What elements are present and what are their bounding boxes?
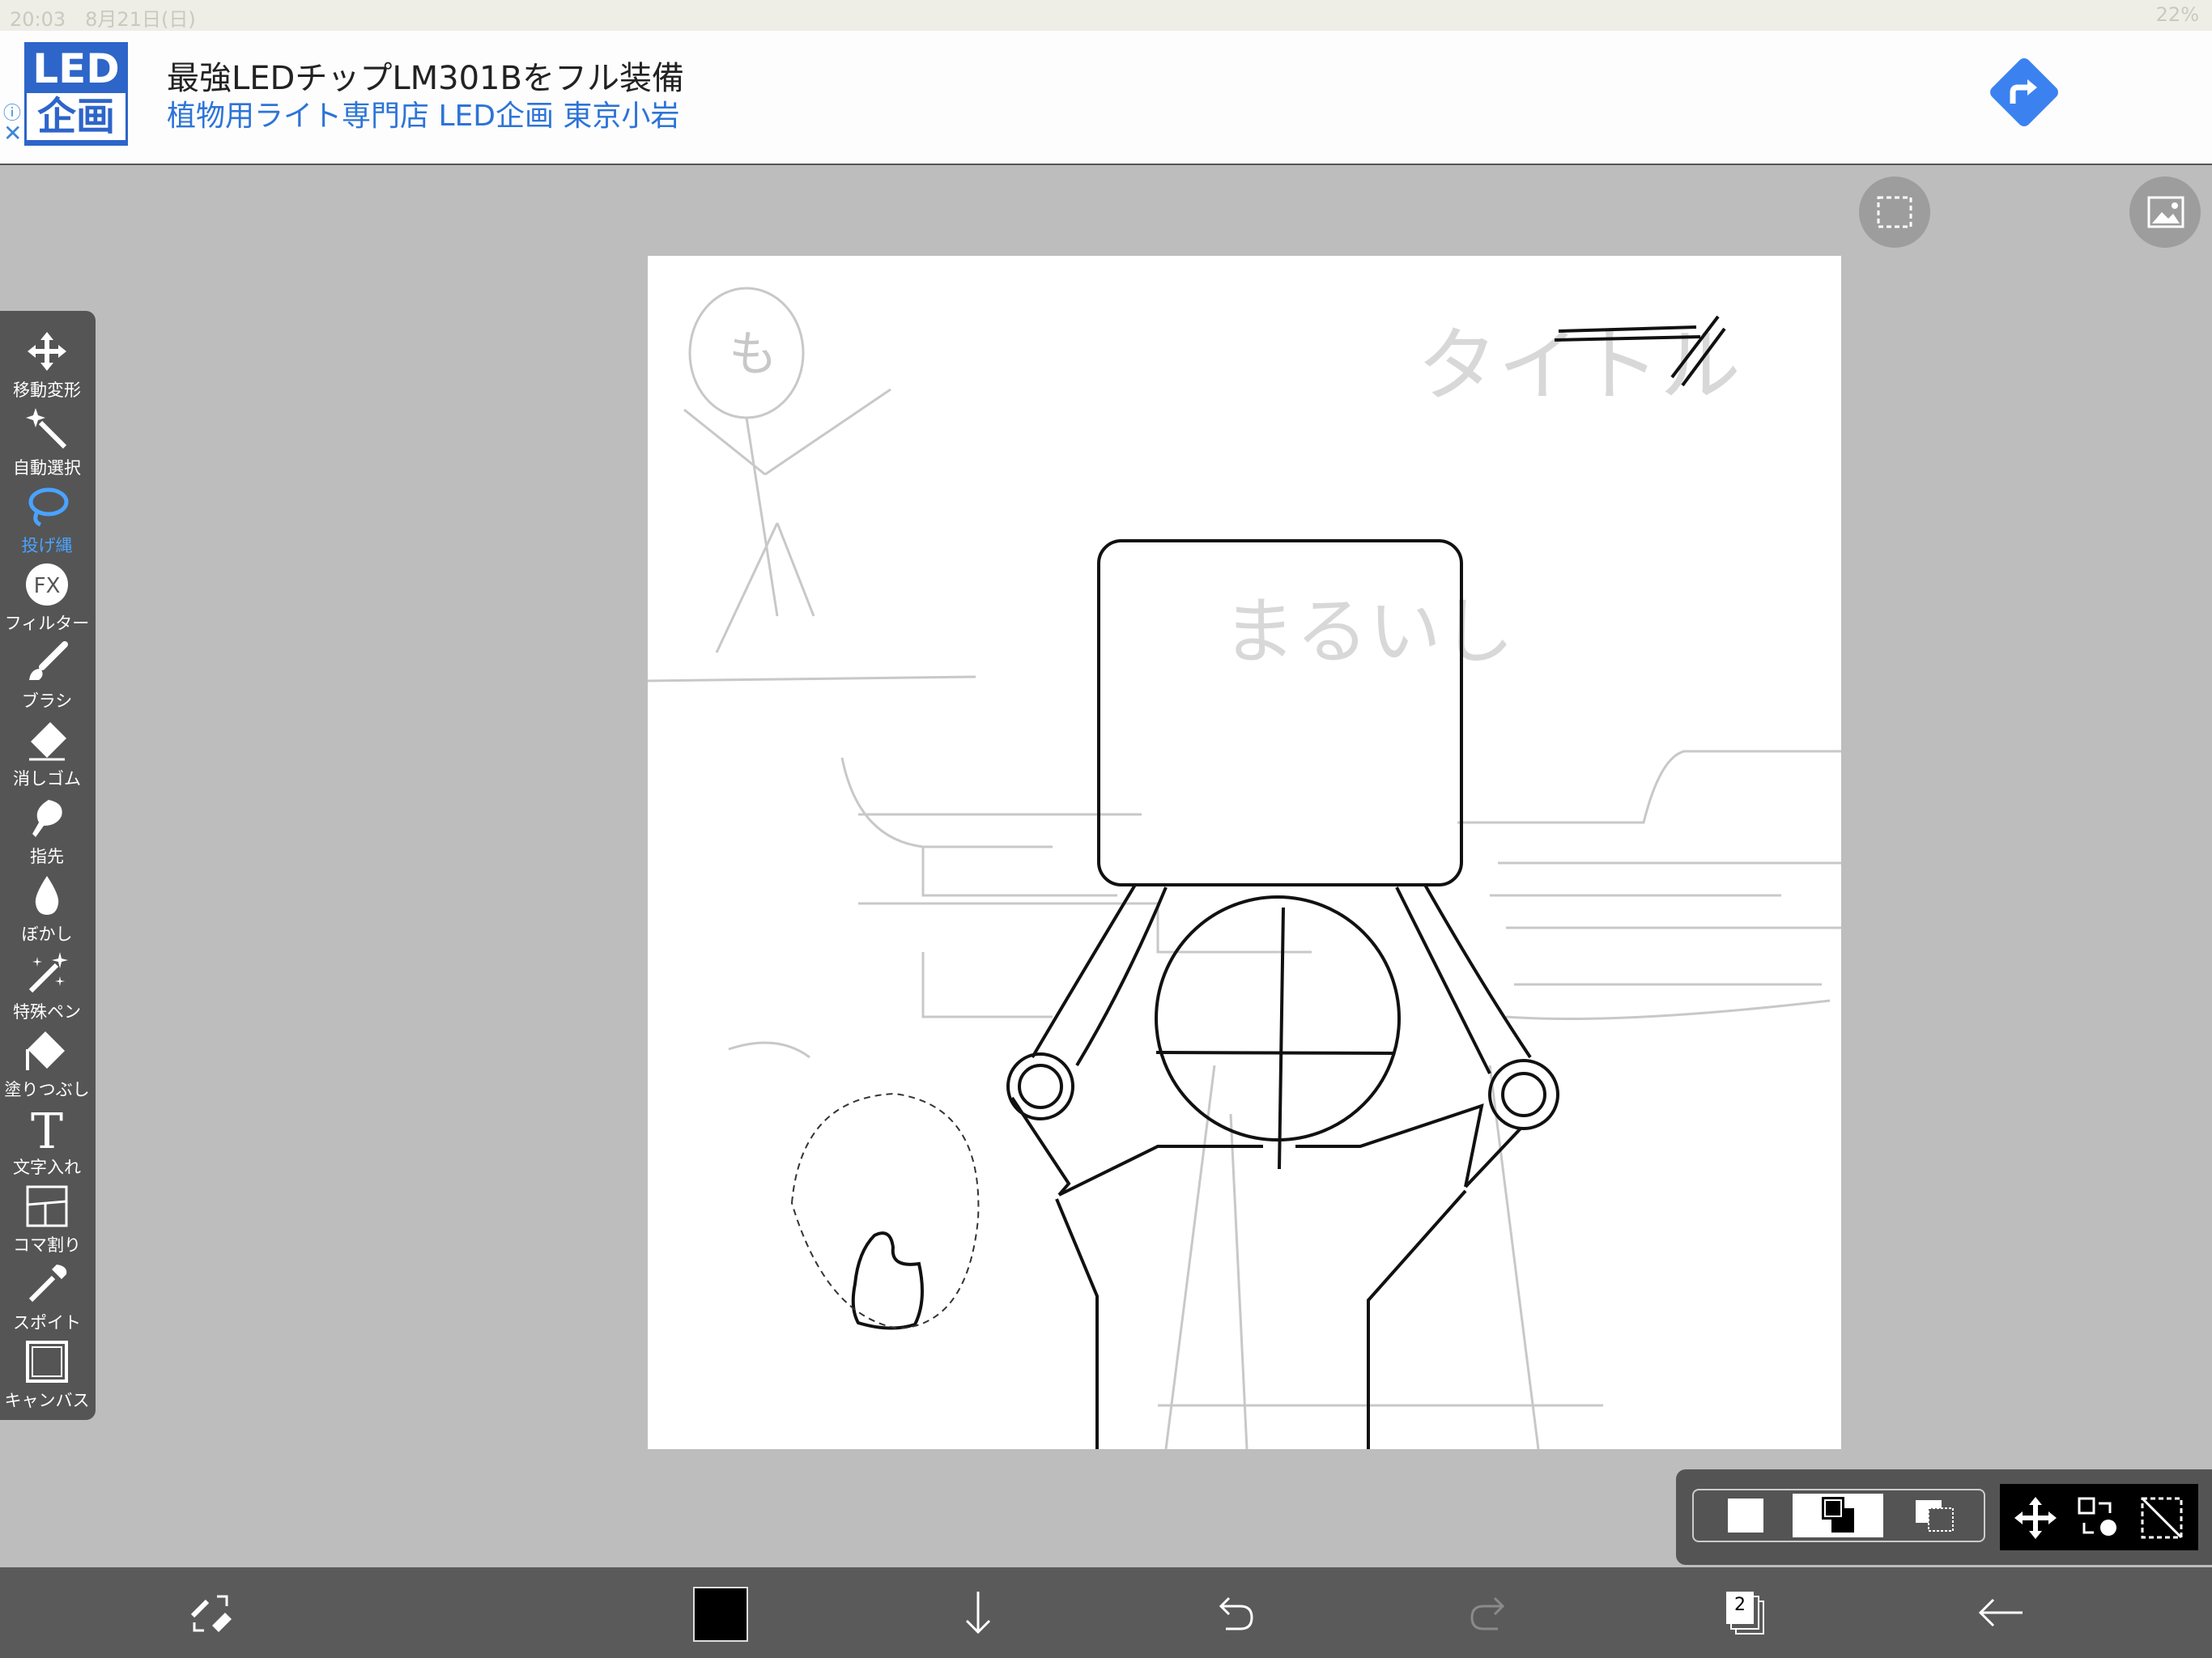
tool-panel-layout[interactable]: コマ割り [0,1179,94,1256]
add-selection-button[interactable] [1793,1494,1883,1537]
ad-logo-line1: LED [32,45,120,92]
magic-wand-icon [26,408,67,449]
status-bar: 20:03 8月21日(日) 22% [0,0,2212,31]
tool-swap-icon[interactable] [181,1584,240,1642]
layers-button[interactable]: 2 [1716,1584,1775,1642]
selection-mode-group [1692,1489,1985,1542]
add-selection-icon [1822,1497,1854,1533]
sketch-face-text: も [729,326,777,383]
tool-blur[interactable]: ぼかし [0,868,94,946]
tool-brush[interactable]: ブラシ [0,635,94,712]
tool-label: スポイト [13,1313,81,1333]
tool-label: ぼかし [21,925,73,944]
directions-icon[interactable] [1984,52,2065,133]
move-selection-icon[interactable] [2011,1494,2060,1542]
tool-label: コマ割り [13,1235,81,1255]
tool-label: キャンバス [4,1391,90,1410]
tool-auto-select[interactable]: 自動選択 [0,402,94,479]
tool-label: 特殊ペン [13,1002,81,1022]
svg-text:T: T [31,1106,63,1151]
lasso-icon [28,487,69,527]
image-icon[interactable] [2129,176,2201,248]
ad-banner[interactable]: LED 企画 最強LEDチップLM301Bをフル装備 植物用ライト専門店 LED… [0,31,2212,165]
eraser-icon [29,722,66,761]
tool-lasso[interactable]: 投げ縄 [0,479,94,557]
transform-selection-icon[interactable] [2074,1494,2123,1542]
selection-icon[interactable] [1859,176,1930,248]
special-pen-icon [28,952,68,993]
bucket-fill-icon [26,1031,65,1070]
new-selection-button[interactable] [1697,1494,1788,1537]
download-icon[interactable] [949,1584,1007,1642]
tool-eraser[interactable]: 消しゴム [0,712,94,790]
selection-toolbar [1676,1469,2212,1565]
ad-subtitle[interactable]: 植物用ライト専門店 LED企画 東京小岩 [167,92,679,134]
drawing-canvas[interactable]: タイトル まるいし も [647,256,1841,1450]
blur-drop-icon [35,876,59,915]
sketch-title-text: タイトル [1417,318,1741,413]
color-swatch[interactable] [693,1587,748,1642]
deselect-icon[interactable] [2138,1494,2186,1542]
back-arrow-icon[interactable] [1972,1584,2031,1642]
tool-label: ブラシ [21,691,73,711]
finger-smudge-icon [32,800,62,837]
text-icon: T [31,1106,63,1151]
close-icon[interactable]: ✕ [3,120,22,147]
canvas-icon [26,1341,68,1383]
move-transform-icon [28,332,66,371]
tool-bucket-fill[interactable]: 塗りつぶし [0,1023,94,1101]
tool-finger[interactable]: 指先 [0,790,94,868]
fx-filter-icon: FX [26,563,68,606]
undo-icon[interactable] [1205,1584,1263,1642]
panel-layout-icon [26,1185,68,1227]
tool-label: 投げ縄 [21,536,73,555]
status-time-date: 20:03 8月21日(日) [10,8,196,31]
tool-filter[interactable]: FX フィルター [0,557,94,635]
tool-palette: 移動変形 自動選択 投げ縄 FX フィルター ブラシ 消しゴム 指先 ぼかし 特… [0,311,96,1420]
ad-logo-line2: 企画 [27,93,125,140]
svg-text:FX: FX [34,574,61,598]
ad-logo[interactable]: LED 企画 [24,42,128,146]
sketch-artwork: タイトル まるいし も [647,287,1841,1450]
tool-text[interactable]: T 文字入れ [0,1101,94,1179]
tool-label: 消しゴム [13,769,81,789]
selection-action-group [2000,1484,2198,1550]
sketch-marui-text: まるいし [1223,589,1514,674]
subtract-selection-icon [1916,1500,1954,1532]
lasso-selection-outline[interactable] [790,1092,980,1330]
bottom-toolbar: 2 [0,1567,2212,1658]
tool-canvas[interactable]: キャンバス [0,1334,94,1412]
eyedropper-icon [28,1265,67,1303]
redo-icon[interactable] [1461,1584,1519,1642]
tool-label: 移動変形 [13,380,81,400]
subtract-selection-button[interactable] [1888,1494,1979,1537]
tool-label: 自動選択 [13,458,81,478]
tool-move-transform[interactable]: 移動変形 [0,324,94,402]
battery-level: 22% [2155,3,2199,26]
tool-eyedropper[interactable]: スポイト [0,1256,94,1334]
layer-count: 2 [1734,1595,1746,1615]
tool-label: 文字入れ [13,1158,81,1177]
tool-label: 指先 [30,847,64,866]
tool-special-pen[interactable]: 特殊ペン [0,946,94,1023]
tool-label: 塗りつぶし [4,1080,90,1099]
new-selection-icon [1728,1499,1763,1533]
tool-label: フィルター [4,614,90,633]
brush-icon [29,641,68,680]
